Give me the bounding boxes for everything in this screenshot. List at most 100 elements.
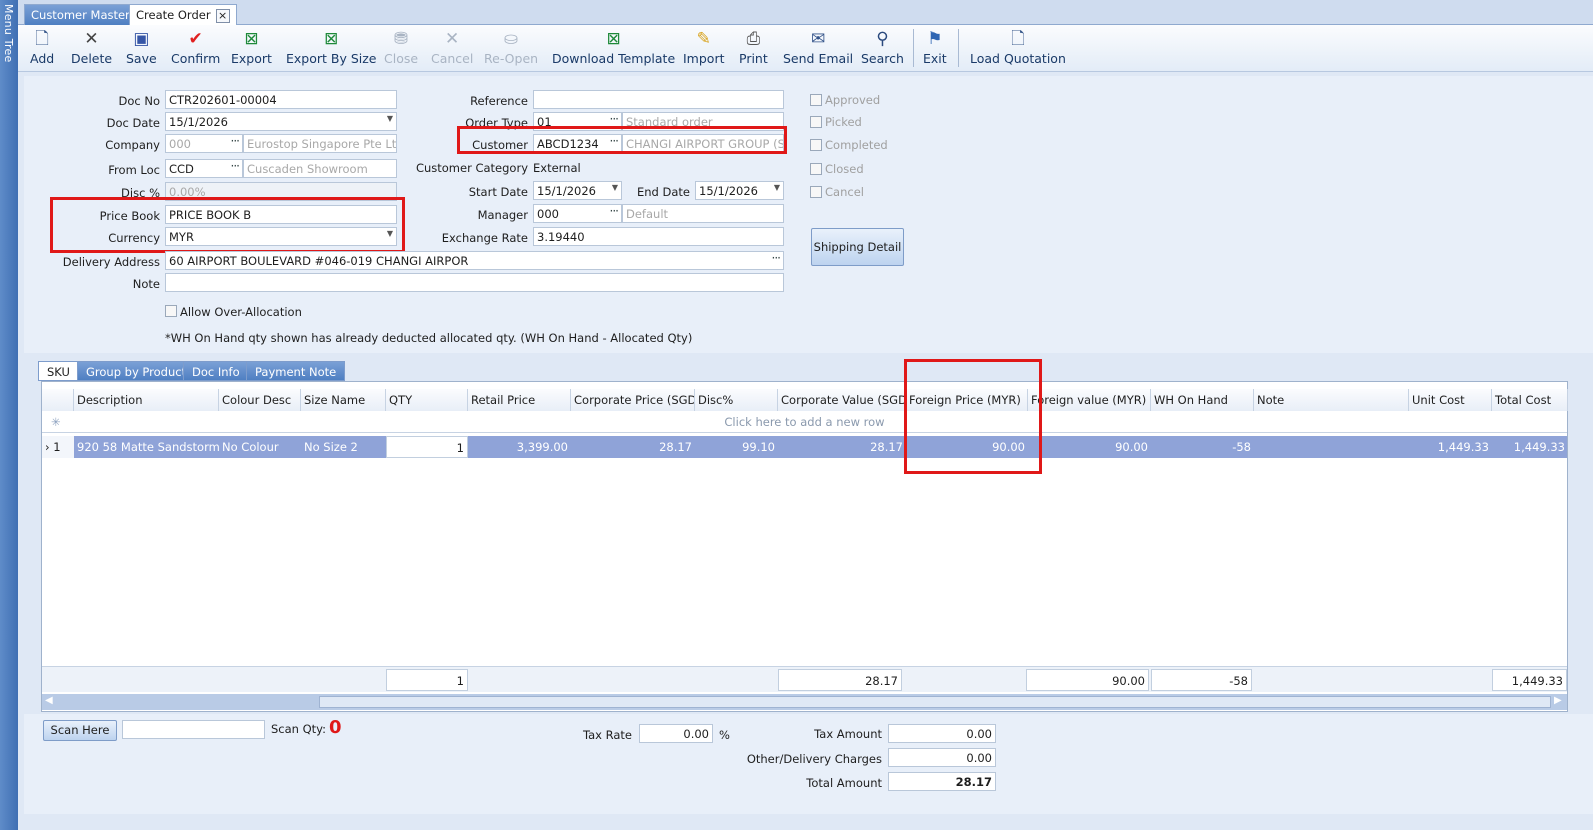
dropdown-arrow-icon[interactable]: ▼ (612, 183, 618, 192)
column-header-corporate-value[interactable]: Corporate Value (SGD) (778, 389, 906, 411)
dropdown-arrow-icon[interactable]: ▼ (387, 114, 393, 123)
column-header-colour-desc[interactable]: Colour Desc (219, 389, 301, 411)
cancel-checkbox[interactable] (810, 186, 822, 198)
tab-create-order[interactable]: Create Order × (129, 4, 237, 25)
download-template-button[interactable]: ⊠ Download Template (552, 27, 675, 66)
scan-here-button[interactable]: Scan Here (43, 720, 117, 741)
cell-qty[interactable]: 1 (386, 436, 468, 458)
column-header-foreign-value[interactable]: Foreign value (MYR) (1028, 389, 1151, 411)
cell-disc[interactable]: 99.10 (695, 436, 778, 458)
cell-colour-desc[interactable]: No Colour (219, 436, 301, 458)
delivery-address-field[interactable]: 60 AIRPORT BOULEVARD #046-019 CHANGI AIR… (165, 251, 784, 270)
dropdown-arrow-icon[interactable]: ▼ (774, 183, 780, 192)
save-button[interactable]: ▣ Save (126, 27, 157, 66)
doc-no-field[interactable]: CTR202601-00004 (165, 90, 397, 109)
cell-note[interactable] (1254, 436, 1409, 458)
from-loc-code-field[interactable]: CCD ··· (165, 159, 243, 178)
tax-rate-label: Tax Rate (583, 728, 632, 742)
column-header-size-name[interactable]: Size Name (301, 389, 386, 411)
cell-unit-cost[interactable]: 1,449.33 (1409, 436, 1492, 458)
tab-doc-info[interactable]: Doc Info (183, 361, 249, 381)
menu-tree-panel[interactable]: Menu Tree (0, 0, 18, 830)
column-header-description[interactable]: Description (74, 389, 219, 411)
lookup-ellipsis-icon[interactable]: ··· (610, 205, 620, 218)
company-label: Company (105, 138, 160, 152)
close-button[interactable]: ⛃ Close (384, 27, 418, 66)
scan-qty-label: Scan Qty: (271, 722, 327, 736)
tab-close-icon[interactable]: × (215, 9, 230, 23)
confirm-button[interactable]: ✔ Confirm (171, 27, 220, 66)
end-date-field[interactable]: 15/1/2026 ▼ (695, 181, 784, 200)
cell-foreign-value[interactable]: 90.00 (1028, 436, 1151, 458)
footer-qty-total: 1 (386, 669, 468, 691)
cell-corporate-price[interactable]: 28.17 (571, 436, 695, 458)
start-date-field[interactable]: 15/1/2026 ▼ (533, 181, 622, 200)
approved-checkbox[interactable] (810, 94, 822, 106)
cancel-icon: ✕ (445, 29, 460, 49)
completed-label: Completed (825, 138, 888, 152)
lookup-ellipsis-icon[interactable]: ··· (231, 135, 241, 148)
table-row[interactable]: › 1 920 58 Matte Sandstorm No Colour No … (42, 436, 1567, 458)
tab-group-by-product[interactable]: Group by Product (77, 361, 196, 381)
column-header-note[interactable]: Note (1254, 389, 1409, 411)
confirm-icon: ✔ (188, 29, 203, 49)
export-button[interactable]: ⊠ Export (231, 27, 272, 66)
other-charges-field[interactable]: 0.00 (888, 748, 996, 767)
cell-total-cost[interactable]: 1,449.33 (1492, 436, 1568, 458)
import-button[interactable]: ✎ Import (683, 27, 725, 66)
closed-checkbox[interactable] (810, 163, 822, 175)
export-by-size-button[interactable]: ⊠ Export By Size (286, 27, 377, 66)
load-quotation-button[interactable]: 🗋 Load Quotation (970, 27, 1066, 66)
cell-description[interactable]: 920 58 Matte Sandstorm (74, 436, 219, 458)
cell-corporate-value[interactable]: 28.17 (778, 436, 906, 458)
print-icon: ⎙ (746, 29, 761, 49)
cancel-button[interactable]: ✕ Cancel (431, 27, 473, 66)
tab-customer-master[interactable]: Customer Master (24, 4, 137, 25)
completed-checkbox[interactable] (810, 139, 822, 151)
reopen-button[interactable]: ⛀ Re-Open (484, 27, 538, 66)
column-header-total-cost[interactable]: Total Cost (1492, 389, 1568, 411)
scan-input[interactable] (122, 720, 265, 739)
company-code-field[interactable]: 000 ··· (165, 134, 243, 153)
manager-code-field[interactable]: 000 ··· (533, 204, 622, 223)
send-email-button[interactable]: ✉ Send Email (783, 27, 853, 66)
binoculars-icon: ⚲ (876, 29, 889, 49)
tab-sku[interactable]: SKU (38, 361, 79, 381)
lookup-ellipsis-icon[interactable]: ··· (772, 252, 782, 265)
picked-checkbox[interactable] (810, 116, 822, 128)
scroll-left-icon[interactable]: ◀ (45, 695, 53, 706)
highlight-box-price-currency (50, 197, 405, 253)
exit-button[interactable]: ⚑ Exit (923, 27, 947, 66)
cell-wh-on-hand[interactable]: -58 (1151, 436, 1254, 458)
cell-retail-price[interactable]: 3,399.00 (468, 436, 571, 458)
note-field[interactable] (165, 273, 784, 292)
delete-button[interactable]: ✕ Delete (71, 27, 112, 66)
excel-icon: ⊠ (606, 29, 621, 49)
lookup-ellipsis-icon[interactable]: ··· (610, 113, 620, 126)
doc-date-field[interactable]: 15/1/2026 ▼ (165, 112, 397, 131)
lookup-ellipsis-icon[interactable]: ··· (231, 160, 241, 173)
manager-name-field: Default (622, 204, 784, 223)
new-row[interactable]: ✳ Click here to add a new row (42, 411, 1567, 433)
search-button[interactable]: ⚲ Search (861, 27, 904, 66)
cell-size-name[interactable]: No Size 2 (301, 436, 386, 458)
print-button[interactable]: ⎙ Print (739, 27, 768, 66)
scrollbar-thumb[interactable] (319, 696, 1551, 708)
tab-payment-note[interactable]: Payment Note (246, 361, 346, 381)
excel-icon: ⊠ (324, 29, 339, 49)
shipping-detail-button[interactable]: Shipping Detail (811, 228, 904, 266)
scan-qty-value: 0 (329, 717, 342, 738)
column-header-corporate-price[interactable]: Corporate Price (SGD) (571, 389, 695, 411)
add-button[interactable]: 🗋 Add (30, 27, 54, 66)
delete-icon: ✕ (84, 29, 99, 49)
column-header-retail-price[interactable]: Retail Price (468, 389, 571, 411)
column-header-disc[interactable]: Disc% (695, 389, 778, 411)
scroll-right-icon[interactable]: ▶ (1554, 695, 1562, 706)
horizontal-scrollbar[interactable]: ◀ ▶ (42, 694, 1567, 710)
reference-field[interactable] (533, 90, 784, 109)
column-header-qty[interactable]: QTY (386, 389, 468, 411)
column-header-unit-cost[interactable]: Unit Cost (1409, 389, 1492, 411)
allow-over-allocation-checkbox[interactable] (165, 305, 177, 317)
exchange-rate-field[interactable]: 3.19440 (533, 227, 784, 246)
column-header-wh-on-hand[interactable]: WH On Hand (1151, 389, 1254, 411)
